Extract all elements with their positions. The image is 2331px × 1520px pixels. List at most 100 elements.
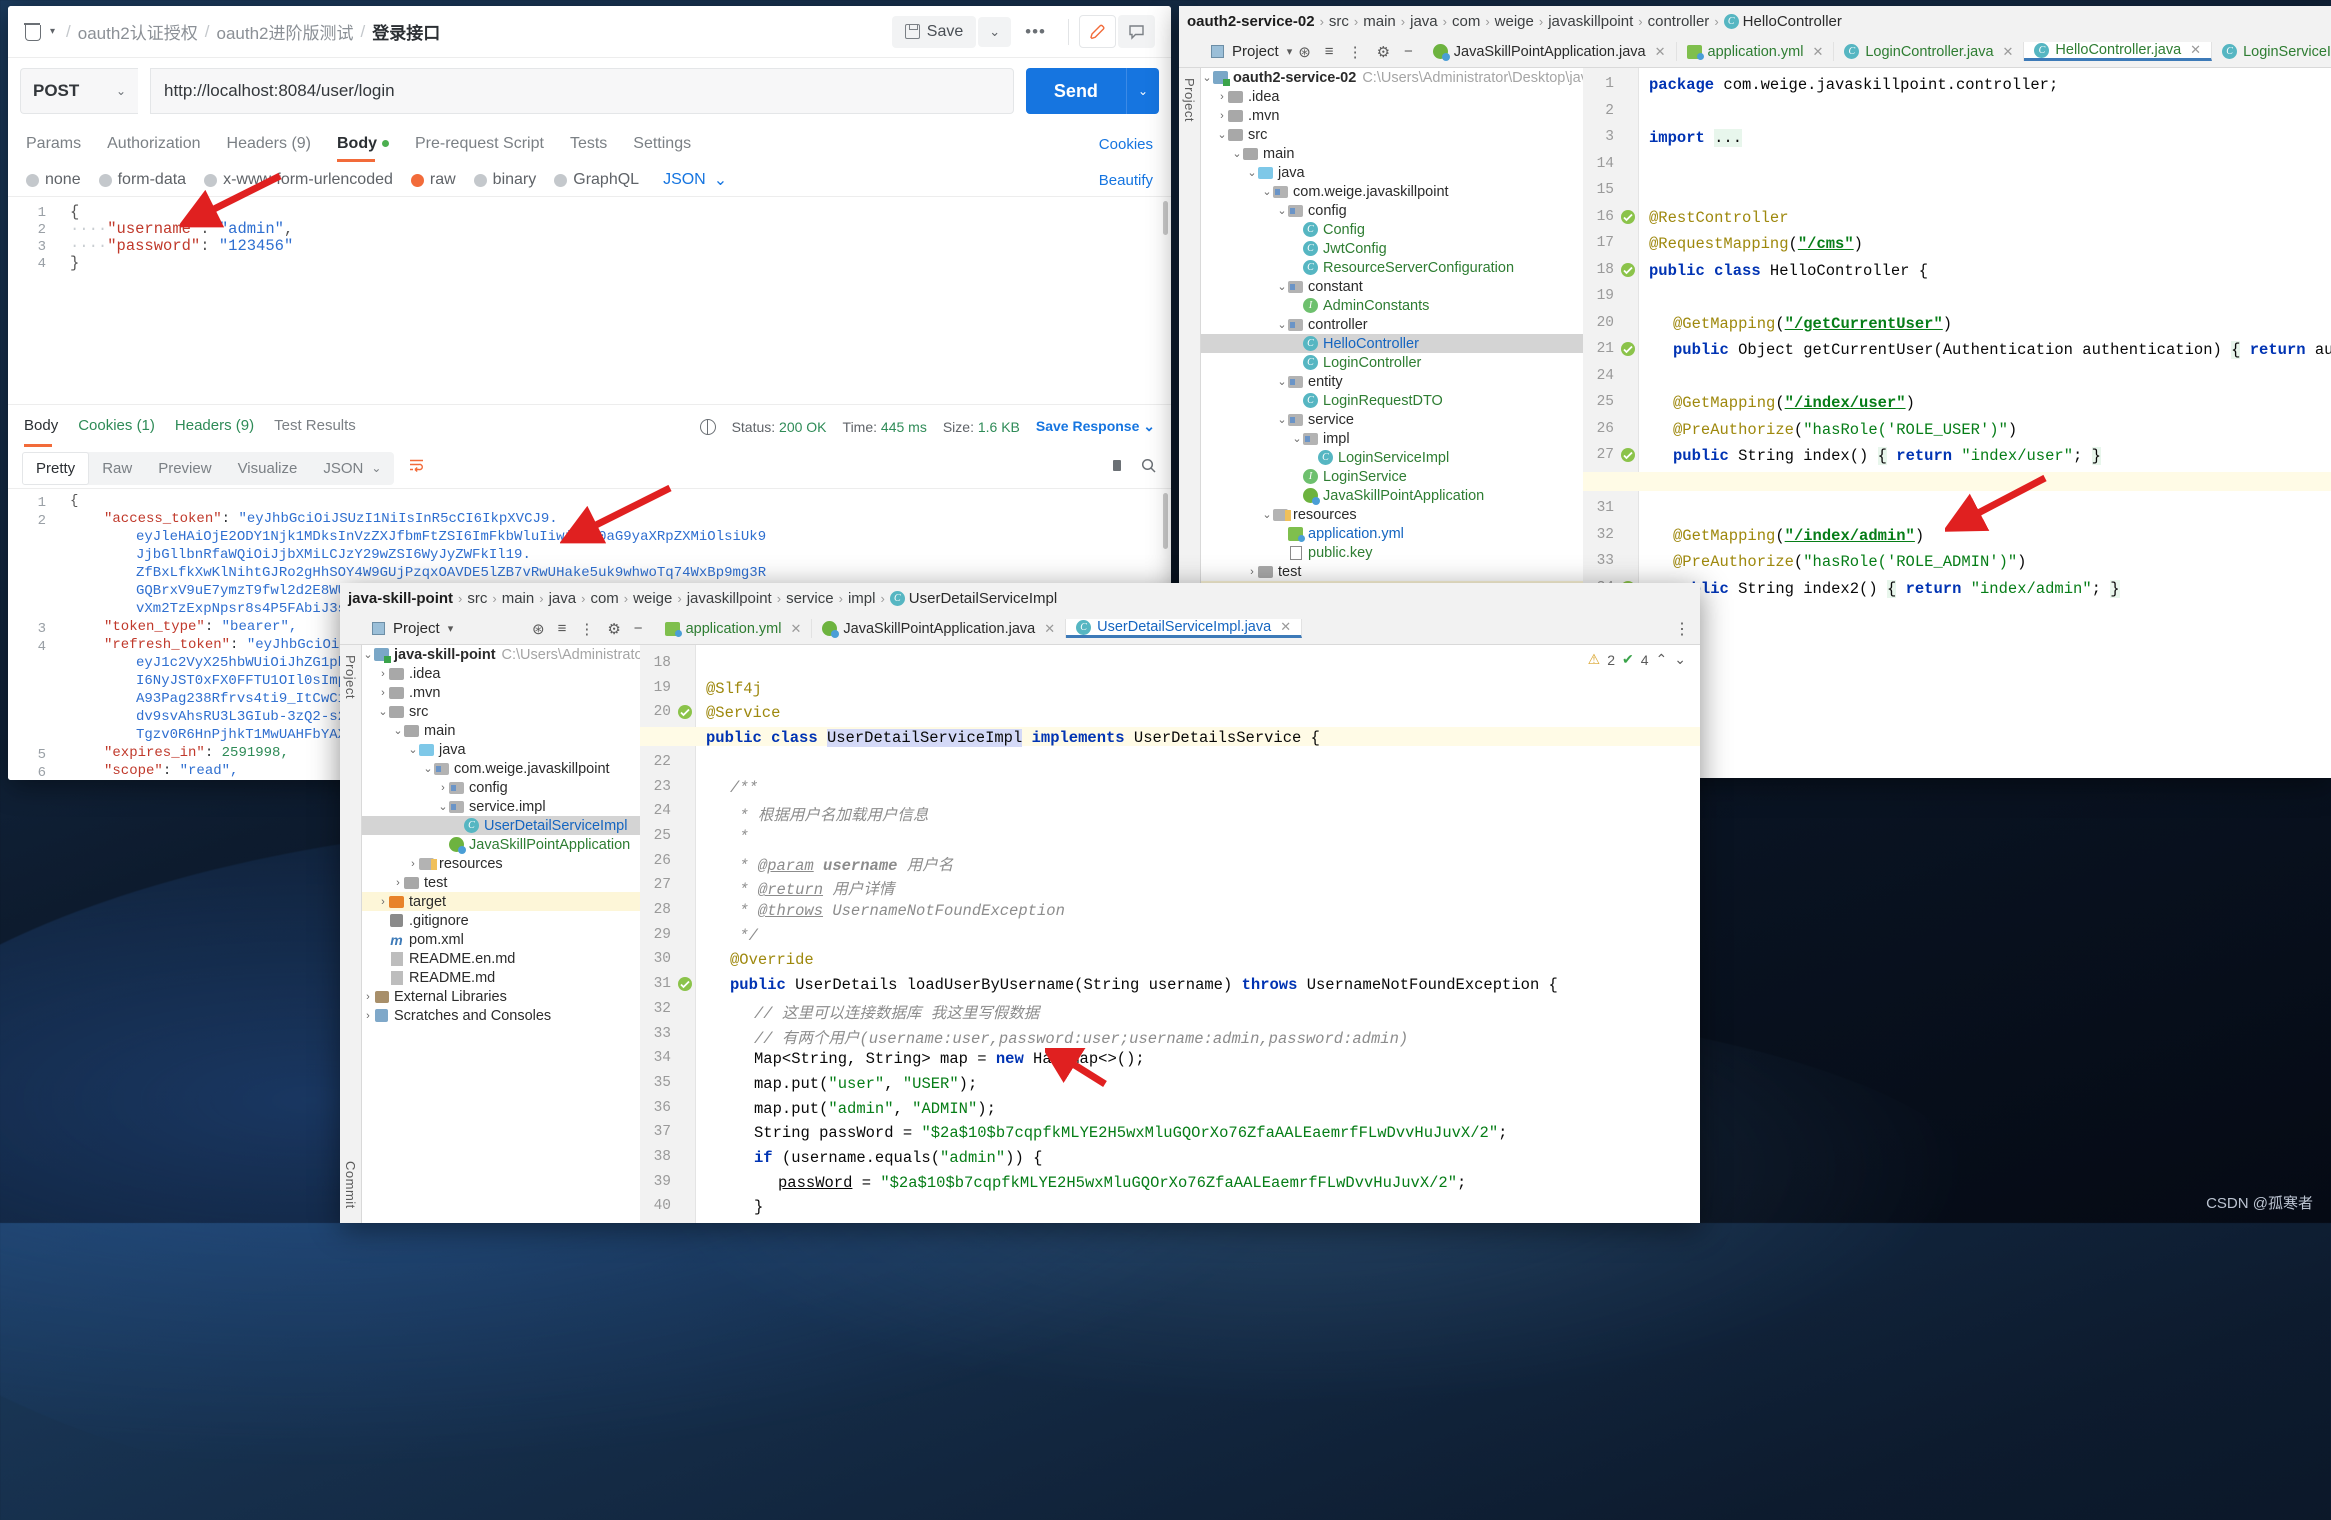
settings-gear-icon[interactable]: ⚙ — [1377, 43, 1390, 61]
code-line[interactable]: * @return 用户详情 — [730, 877, 894, 899]
editor-tab-application-yml[interactable]: application.yml ✕ — [1677, 42, 1835, 61]
tree-node-javaskillpointapplication[interactable]: JavaSkillPointApplication — [362, 835, 640, 854]
project-view-selector[interactable]: Project ▾ — [362, 620, 532, 637]
commit-tool-window-stripe-button[interactable]: Commit — [343, 1161, 358, 1209]
breadcrumb-class[interactable]: C HelloController — [1723, 13, 1842, 30]
close-icon[interactable]: ✕ — [1044, 621, 1055, 637]
pencil-icon[interactable] — [1079, 15, 1116, 48]
request-url-input[interactable]: http://localhost:8084/user/login — [150, 68, 1014, 114]
tree-node-userdetailserviceimpl[interactable]: C UserDetailServiceImpl — [362, 816, 640, 835]
tab-body[interactable]: Body — [337, 135, 389, 162]
code-line[interactable]: * 根据用户名加载用户信息 — [730, 803, 928, 825]
response-tab-body[interactable]: Body — [24, 417, 58, 447]
intellij-window-java-skill-point[interactable]: java-skill-point › src › main › java › com ›… — [340, 583, 1700, 1223]
tree-node-loginserviceimpl[interactable]: C LoginServiceImpl — [1201, 448, 1583, 467]
chevron-down-icon[interactable]: ⌄ — [407, 743, 419, 756]
body-mode-graphql[interactable]: GraphQL — [554, 171, 639, 189]
locate-icon[interactable]: ⊛ — [1298, 43, 1311, 61]
tree-node-scratches-and-consoles[interactable]: › Scratches and Consoles — [362, 1006, 640, 1025]
project-view-selector[interactable]: Project ▾ — [1201, 43, 1292, 60]
code-line[interactable]: @GetMapping("/getCurrentUser") — [1673, 315, 1952, 333]
code-line[interactable]: @PreAuthorize("hasRole('ROLE_ADMIN')") — [1673, 553, 2026, 571]
tab-params[interactable]: Params — [26, 135, 81, 162]
tree-node-application-yml[interactable]: application.yml — [1201, 524, 1583, 543]
gutter-bean-icon[interactable] — [1620, 262, 1636, 278]
chevron-down-icon[interactable]: ⌄ — [1276, 413, 1288, 426]
save-response-button[interactable]: Save Response ⌄ — [1036, 418, 1155, 435]
tree-node-main[interactable]: ⌄ main — [1201, 144, 1583, 163]
chevron-down-icon[interactable]: ⌄ — [1291, 432, 1303, 445]
copy-icon[interactable] — [1109, 457, 1126, 479]
chevron-right-icon[interactable]: › — [437, 782, 449, 794]
http-method-select[interactable]: POST ⌄ — [20, 68, 138, 114]
hide-icon[interactable]: − — [634, 620, 643, 637]
hide-icon[interactable]: − — [1404, 43, 1413, 60]
body-mode-none[interactable]: none — [26, 171, 81, 189]
close-icon[interactable]: ✕ — [790, 621, 801, 637]
view-mode-raw[interactable]: Raw — [89, 453, 145, 484]
close-icon[interactable]: ✕ — [2190, 42, 2201, 58]
editor-tab-javaskillpointapplication[interactable]: JavaSkillPointApplication.java ✕ — [812, 619, 1067, 638]
expand-all-icon[interactable]: ≡ — [1325, 43, 1334, 60]
tree-node-entity[interactable]: ⌄ entity — [1201, 372, 1583, 391]
chevron-down-icon[interactable]: ⌄ — [1276, 318, 1288, 331]
code-line[interactable]: public class HelloController { — [1649, 262, 1928, 280]
chevron-right-icon[interactable]: › — [377, 896, 389, 908]
breadcrumb-main[interactable]: main — [1363, 13, 1396, 30]
response-tab-headers[interactable]: Headers (9) — [175, 417, 254, 437]
chevron-down-icon[interactable]: ▾ — [50, 26, 55, 37]
chevron-right-icon[interactable]: › — [1216, 110, 1228, 122]
tree-node-loginservice[interactable]: I LoginService — [1201, 467, 1583, 486]
settings-gear-icon[interactable]: ⚙ — [607, 620, 620, 638]
word-wrap-icon[interactable] — [408, 457, 425, 479]
code-line[interactable]: @RestController — [1649, 209, 1789, 227]
editor-tab-loginserviceimpl[interactable]: C LoginServiceImpl.jav — [2212, 42, 2331, 61]
response-tab-cookies[interactable]: Cookies (1) — [78, 417, 155, 437]
tab-tests[interactable]: Tests — [570, 135, 607, 162]
response-format-select[interactable]: JSON ⌄ — [310, 453, 394, 484]
code-editor-userdetailserviceimpl[interactable]: 1819202122232425262728293031323334353637… — [640, 645, 1700, 1223]
editor-tab-userdetailserviceimpl[interactable]: C UserDetailServiceImpl.java ✕ — [1066, 619, 1303, 638]
tree-node-jwtconfig[interactable]: C JwtConfig — [1201, 239, 1583, 258]
tree-node-adminconstants[interactable]: I AdminConstants — [1201, 296, 1583, 315]
send-button[interactable]: Send — [1025, 68, 1126, 114]
next-problem-icon[interactable]: ⌄ — [1674, 651, 1686, 668]
code-line[interactable]: map.put("user", "USER"); — [754, 1075, 977, 1093]
breadcrumb-service[interactable]: service — [786, 590, 834, 607]
tree-node--idea[interactable]: › .idea — [1201, 87, 1583, 106]
chevron-right-icon[interactable]: › — [407, 858, 419, 870]
tree-node-config[interactable]: ⌄ config — [1201, 201, 1583, 220]
expand-all-icon[interactable]: ≡ — [558, 620, 567, 637]
chevron-right-icon[interactable]: › — [392, 877, 404, 889]
breadcrumb-main[interactable]: main — [502, 590, 535, 607]
close-icon[interactable]: ✕ — [2003, 44, 2014, 60]
send-options-chevron-down-icon[interactable]: ⌄ — [1125, 68, 1159, 114]
breadcrumb-project[interactable]: oauth2-service-02 — [1187, 13, 1315, 30]
tree-node-readme-md[interactable]: README.md — [362, 968, 640, 987]
tree-node--gitignore[interactable]: .gitignore — [362, 911, 640, 930]
request-body-editor[interactable]: 1 2 3 4 { ····"username": "admin", ····"… — [8, 196, 1171, 404]
breadcrumb-java[interactable]: java — [1410, 13, 1438, 30]
tree-node-pom-xml[interactable]: m pom.xml — [362, 930, 640, 949]
code-line[interactable]: @Slf4j — [706, 680, 762, 698]
tree-node-test[interactable]: › test — [362, 873, 640, 892]
tree-node-constant[interactable]: ⌄ constant — [1201, 277, 1583, 296]
editor-tab-hellocontroller[interactable]: C HelloController.java ✕ — [2024, 42, 2213, 61]
code-line[interactable]: /** — [730, 779, 758, 797]
breadcrumb-class[interactable]: C UserDetailServiceImpl — [889, 590, 1057, 607]
code-line[interactable]: @Override — [730, 951, 814, 969]
tab-headers[interactable]: Headers (9) — [227, 135, 311, 162]
chevron-down-icon[interactable]: ⌄ — [422, 762, 434, 775]
collapse-all-icon[interactable]: ⋮ — [1348, 43, 1363, 61]
tree-node-service[interactable]: ⌄ service — [1201, 410, 1583, 429]
tree-node--idea[interactable]: › .idea — [362, 664, 640, 683]
save-button[interactable]: Save — [891, 15, 977, 48]
code-line[interactable]: if (username.equals("admin")) { — [754, 1149, 1042, 1167]
tree-node-loginrequestdto[interactable]: C LoginRequestDTO — [1201, 391, 1583, 410]
chevron-down-icon[interactable]: ⌄ — [437, 800, 449, 813]
chevron-right-icon[interactable]: › — [1246, 566, 1258, 578]
chevron-down-icon[interactable]: ⌄ — [1246, 166, 1258, 179]
code-line[interactable]: public String index() { return "index/us… — [1673, 447, 2101, 465]
tab-settings[interactable]: Settings — [633, 135, 691, 162]
tree-node-com-weige-javaskillpoint[interactable]: ⌄ com.weige.javaskillpoint — [362, 759, 640, 778]
